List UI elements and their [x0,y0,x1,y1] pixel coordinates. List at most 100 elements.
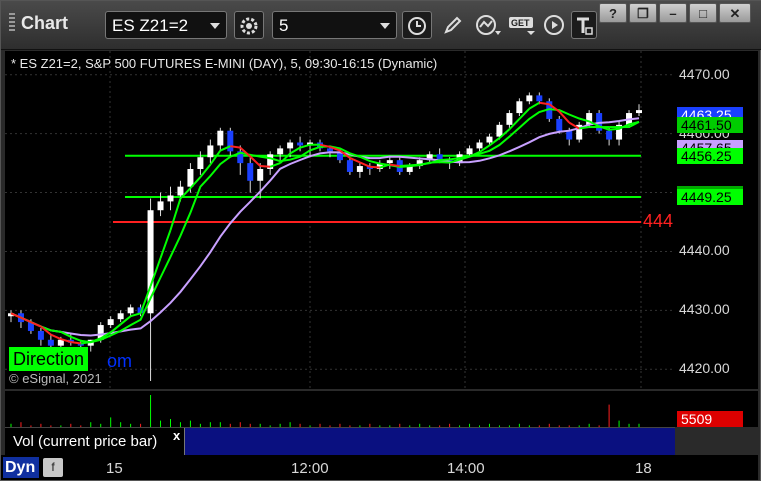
get-icon: GET [509,17,535,35]
direction-ma-segment [289,146,301,155]
direction-ma-segment [528,101,540,110]
gear-button[interactable] [234,11,264,39]
window-title[interactable]: Chart [9,13,68,34]
study-icon [476,15,501,35]
play-button[interactable] [539,11,569,39]
candle-body [556,118,563,131]
candle-body [516,101,523,114]
blue-text-fragment: om [107,351,133,371]
direction-ma-segment [130,312,141,318]
price-label: 4449.25 [677,188,743,205]
gear-icon [240,17,258,35]
direction-ma-segment [70,340,81,345]
candle-body [287,142,294,149]
direction-ma-segment [409,163,420,167]
text-tool-icon [577,17,593,35]
chevron-down-icon [210,23,220,29]
direction-ma-segment [159,229,172,259]
direction-ma-segment [439,158,450,162]
price-pane[interactable]: * ES Z21=2, S&P 500 FUTURES E-MINI (DAY)… [5,51,675,389]
candle-body [37,330,44,340]
candle-body [476,142,483,149]
volume-value-label: 5509 [677,411,743,427]
candle-body [107,319,114,326]
candle-body [496,124,503,137]
volume-chart-svg [10,395,640,427]
drag-grip-icon[interactable] [9,13,15,31]
candle-body [117,313,124,320]
candle-body [257,169,264,181]
direction-ma-segment [369,165,380,169]
study-button[interactable] [473,11,503,39]
direction-ma-segment [169,198,182,231]
minimize-button[interactable]: – [659,3,687,23]
candle-body [526,95,533,102]
close-button[interactable]: ✕ [719,3,751,23]
candle-body [326,148,333,152]
volume-axis: 5509 [675,391,758,427]
copyright-text: © eSignal, 2021 [9,371,102,386]
candle-body [47,339,54,346]
volume-title-bar: Vol (current price bar) x [5,427,675,456]
interval-value: 5 [279,16,289,35]
candle-body [536,95,543,102]
pencil-button[interactable] [438,11,468,39]
price-label: 4456.25 [677,147,743,164]
price-axis[interactable]: 4470.004460.004450.004440.004430.004420.… [675,51,758,389]
y-tick-label: 4440.00 [679,242,730,259]
interval-select[interactable]: 5 [272,11,397,39]
candle-body [207,145,214,158]
candle-body [606,130,613,140]
maximize-button[interactable]: □ [689,3,717,23]
get-data-button[interactable]: GET [507,11,537,39]
text-tool-button[interactable] [571,11,597,39]
candle-body [217,130,224,146]
volume-pane[interactable] [5,391,675,427]
candle-body [187,169,194,187]
close-volume-icon[interactable]: x [173,428,180,443]
chart-title: * ES Z21=2, S&P 500 FUTURES E-MINI (DAY)… [11,56,438,71]
green-ma-line [10,108,640,344]
candle-body [167,195,174,202]
candle-body [247,163,254,181]
candle-body [486,136,493,143]
chart-window: Chart ES Z21=2 5 GET ? ❐ – □ ✕ * ES Z21=… [0,0,761,481]
candle-body [277,148,284,155]
direction-ma-segment [260,165,271,168]
toolbar: Chart ES Z21=2 5 GET ? ❐ – □ ✕ [1,1,761,50]
price-chart-svg [5,51,675,389]
pencil-icon [444,16,462,34]
play-icon [544,15,564,35]
direction-label[interactable]: Direction [9,347,89,371]
help-button[interactable]: ? [599,3,627,23]
candle-body [506,113,513,125]
restore-button[interactable]: ❐ [629,3,657,23]
candle-body [636,110,642,114]
x-tick-label: 12:00 [291,460,329,477]
candle-body [177,186,184,196]
window-title-text: Chart [21,13,69,33]
y-tick-label: 4430.00 [679,301,730,318]
red-line-label: 444 [643,211,674,231]
time-axis[interactable]: Dyn f 15 12:00 14:00 18 [1,455,758,480]
candle-body [566,130,573,140]
lock-icon[interactable]: f [43,458,63,477]
candle-body [297,142,304,146]
candle-body [356,166,363,172]
y-tick-label: 4420.00 [679,360,730,377]
dyn-button[interactable]: Dyn [3,457,39,478]
candle-body [227,130,234,152]
candle-body [346,160,353,172]
direction-ma-segment [50,333,62,340]
y-tick-label: 4470.00 [679,65,730,82]
purple-ma-line [10,117,640,337]
svg-text:GET: GET [511,18,530,28]
direction-ma-segment [399,164,410,168]
clock-button[interactable] [402,11,432,39]
x-tick-label: 14:00 [447,460,485,477]
volume-pane-label: Vol (current price bar) [5,428,185,456]
candle-body [466,148,473,155]
clock-icon [408,17,426,35]
candle-body [386,160,393,164]
symbol-select[interactable]: ES Z21=2 [105,11,227,39]
